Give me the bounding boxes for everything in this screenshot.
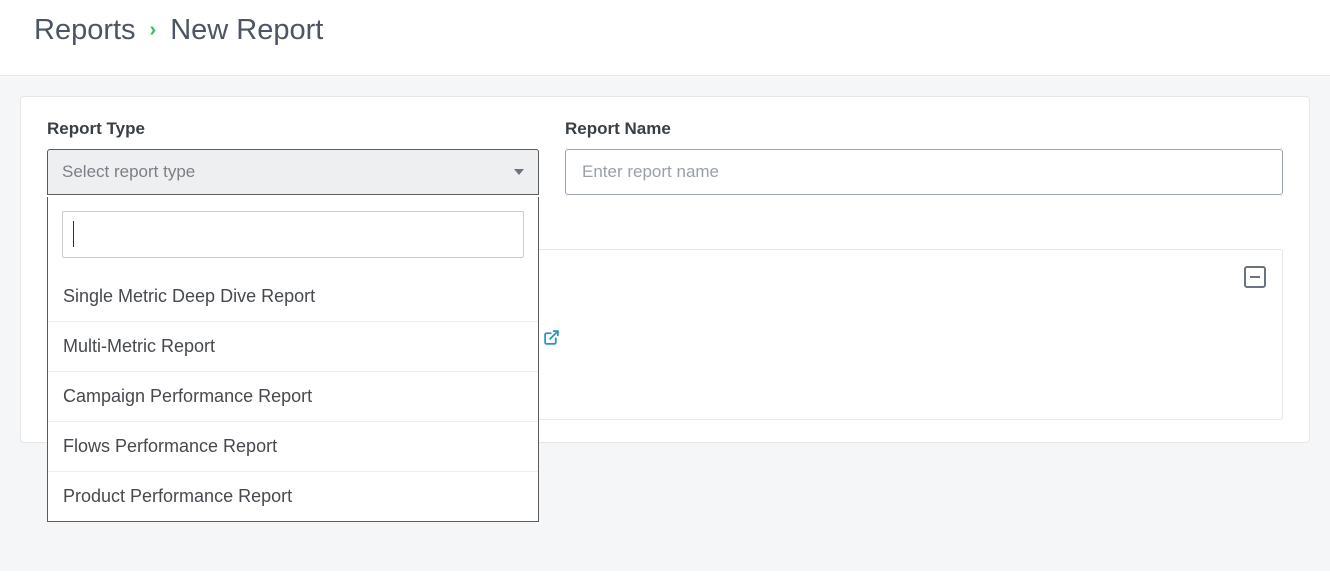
chevron-right-icon: › xyxy=(150,19,157,42)
page-background: Report Type Select report type Single Me… xyxy=(0,76,1330,571)
report-name-label: Report Name xyxy=(565,119,1283,139)
report-type-placeholder: Select report type xyxy=(62,162,195,182)
dropdown-option[interactable]: Product Performance Report xyxy=(48,471,538,521)
external-link-icon xyxy=(543,329,560,346)
report-name-column: Report Name xyxy=(565,119,1283,195)
breadcrumb-current: New Report xyxy=(170,14,323,47)
dropdown-search-wrap xyxy=(48,197,538,272)
report-form-card: Report Type Select report type Single Me… xyxy=(20,96,1310,443)
dropdown-option[interactable]: Multi-Metric Report xyxy=(48,321,538,371)
dropdown-option[interactable]: Single Metric Deep Dive Report xyxy=(48,272,538,321)
dropdown-search-input[interactable] xyxy=(62,211,524,258)
report-name-input[interactable] xyxy=(565,149,1283,195)
report-type-dropdown: Single Metric Deep Dive Report Multi-Met… xyxy=(47,197,539,522)
dropdown-option[interactable]: Campaign Performance Report xyxy=(48,371,538,421)
breadcrumb-root-link[interactable]: Reports xyxy=(34,14,136,47)
dropdown-option[interactable]: Flows Performance Report xyxy=(48,421,538,471)
form-row: Report Type Select report type Single Me… xyxy=(47,119,1283,195)
collapse-toggle[interactable] xyxy=(1244,266,1266,288)
caret-down-icon xyxy=(514,169,524,175)
dropdown-list: Single Metric Deep Dive Report Multi-Met… xyxy=(48,272,538,521)
breadcrumb-bar: Reports › New Report xyxy=(0,0,1330,76)
minus-icon xyxy=(1250,276,1260,278)
report-type-column: Report Type Select report type Single Me… xyxy=(47,119,539,195)
report-type-label: Report Type xyxy=(47,119,539,139)
report-type-select[interactable]: Select report type xyxy=(47,149,539,195)
breadcrumb: Reports › New Report xyxy=(34,14,1296,47)
text-cursor xyxy=(73,221,74,247)
